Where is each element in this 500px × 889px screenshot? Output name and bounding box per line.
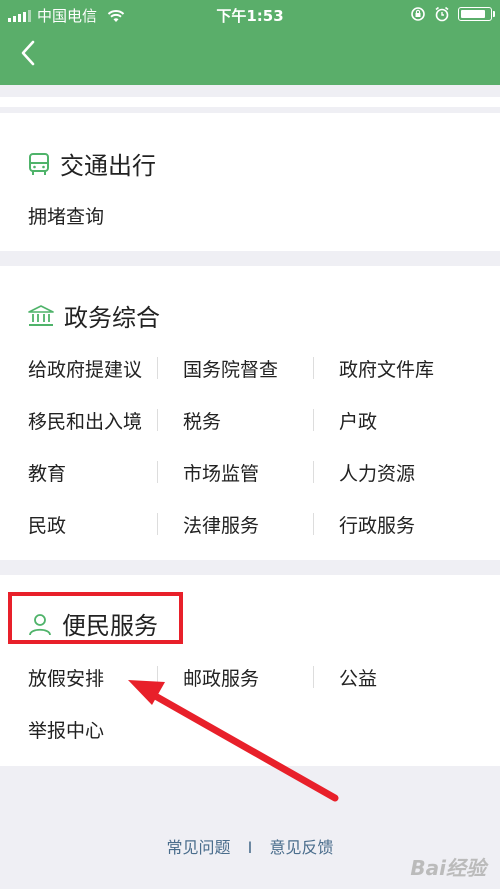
- annotation-arrow-icon: [128, 680, 339, 802]
- faq-link[interactable]: 常见问题: [167, 838, 231, 857]
- watermark-logo: Bai经验: [410, 856, 486, 880]
- feedback-link[interactable]: 意见反馈: [269, 838, 333, 857]
- footer-divider: I: [247, 838, 253, 857]
